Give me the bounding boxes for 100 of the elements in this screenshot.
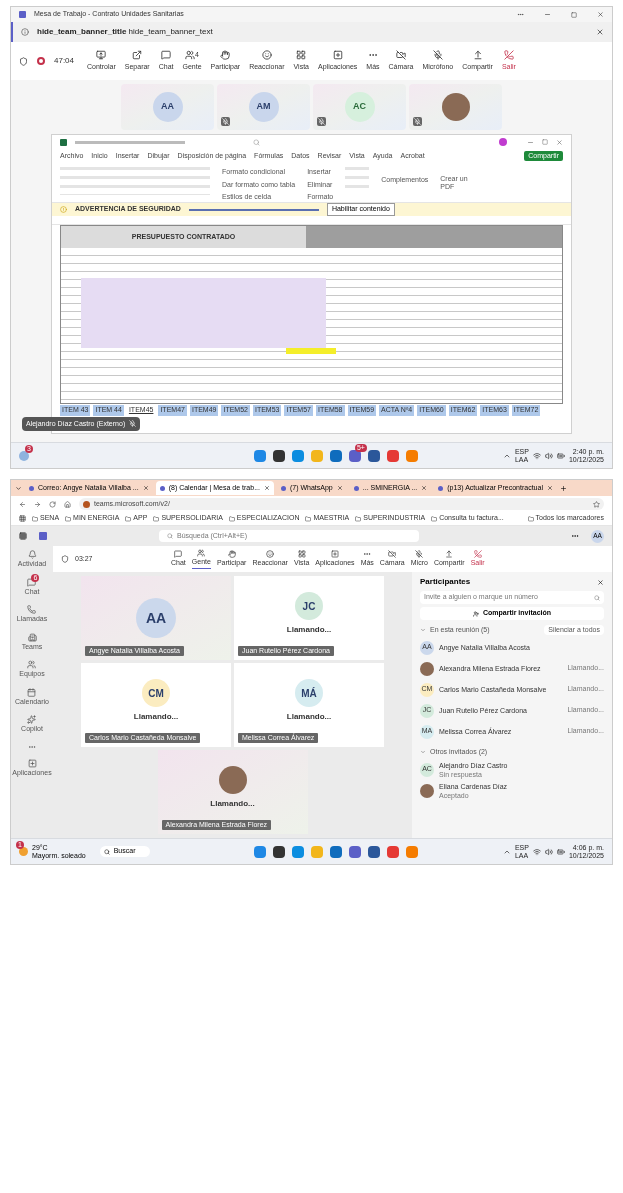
home-icon[interactable] — [64, 500, 71, 508]
avatar-photo-placeholder — [420, 783, 434, 798]
close-icon[interactable] — [263, 485, 270, 491]
close-icon[interactable] — [546, 485, 553, 491]
recording-icon — [37, 57, 45, 65]
battery-icon[interactable] — [556, 847, 565, 856]
wifi-icon[interactable] — [532, 451, 541, 460]
folder-icon — [153, 515, 160, 522]
close-icon[interactable] — [142, 485, 149, 491]
mic-muted-icon — [129, 420, 137, 428]
participant-tile[interactable]: AM — [217, 84, 310, 130]
app-icon[interactable] — [367, 449, 380, 462]
excel-logo-icon — [60, 138, 67, 146]
shield-icon — [61, 555, 69, 563]
info-icon — [21, 28, 29, 36]
wifi-icon[interactable] — [532, 847, 541, 856]
avatar-initials: AA — [152, 92, 183, 122]
rail-icon — [27, 577, 37, 587]
weather-icon[interactable] — [19, 450, 29, 461]
toolbar-icon — [472, 49, 483, 60]
minimize-icon[interactable] — [544, 11, 551, 18]
toolbar-icon — [132, 49, 143, 60]
participant-tile[interactable]: AC — [313, 84, 406, 130]
app-icon[interactable] — [272, 449, 285, 462]
folder-icon — [228, 515, 235, 522]
rail-icon — [27, 758, 37, 768]
add-person-icon — [472, 610, 479, 617]
toolbar-icon — [415, 549, 424, 558]
bookmark-star-icon[interactable] — [593, 500, 600, 508]
toolbar-icon — [227, 549, 236, 558]
app-icon[interactable] — [329, 845, 342, 858]
rail-icon — [27, 605, 37, 614]
warning-icon — [60, 206, 67, 213]
participant-tile[interactable]: AA — [121, 84, 214, 130]
avatar-initials: CM — [142, 679, 170, 707]
close-icon[interactable] — [597, 578, 604, 586]
close-icon[interactable] — [556, 138, 563, 146]
avatar-photo-placeholder — [441, 93, 470, 121]
apps-icon[interactable] — [19, 515, 26, 522]
maximize-icon[interactable] — [542, 139, 548, 145]
app-icon[interactable] — [272, 845, 285, 858]
maximize-icon[interactable] — [571, 11, 577, 18]
avatar-initials: AC — [344, 92, 375, 122]
tab-list-icon[interactable] — [15, 484, 22, 492]
folder-icon — [125, 515, 132, 522]
weather-icon[interactable] — [19, 847, 28, 856]
app-icon[interactable] — [367, 845, 380, 858]
new-tab-icon[interactable] — [559, 484, 567, 492]
more-icon[interactable] — [571, 532, 579, 540]
teams-logo-icon — [39, 532, 47, 540]
calling-status: Llamando... — [133, 711, 179, 723]
close-icon[interactable] — [421, 485, 428, 491]
chevron-down-icon — [420, 749, 426, 755]
toolbar-icon — [388, 549, 397, 558]
rail-icon — [27, 660, 37, 669]
panel-title: Participantes — [420, 576, 472, 588]
rail-icon — [27, 632, 37, 642]
toolbar-icon — [266, 549, 275, 558]
folder-icon — [305, 515, 312, 522]
volume-icon[interactable] — [544, 847, 553, 856]
rail-icon — [27, 687, 37, 697]
calling-status: Llamando... — [286, 711, 332, 723]
rail-icon — [27, 715, 37, 724]
search-icon — [167, 533, 173, 539]
site-icon — [83, 500, 90, 508]
volume-icon[interactable] — [544, 451, 553, 460]
toolbar-icon — [296, 49, 307, 60]
reload-icon[interactable] — [49, 500, 56, 508]
toolbar-icon — [332, 49, 343, 60]
close-icon[interactable] — [336, 485, 343, 491]
banner-text: hide_team_banner_title hide_team_banner_text — [37, 26, 213, 38]
calling-status: Llamando... — [210, 798, 255, 810]
close-icon[interactable] — [597, 11, 604, 18]
toolbar-icon — [161, 49, 172, 60]
folder-icon — [32, 515, 38, 522]
meeting-timer: 47:04 — [54, 55, 76, 67]
favicon-icon — [438, 485, 444, 491]
close-icon[interactable] — [596, 28, 604, 36]
rail-icon — [27, 550, 37, 559]
toolbar-icon — [473, 549, 482, 558]
favicon-icon — [353, 485, 359, 491]
forward-icon[interactable] — [34, 500, 41, 508]
app-icon[interactable] — [329, 449, 342, 462]
toolbar-icon — [220, 49, 231, 60]
toolbar-icon — [197, 549, 206, 558]
profile-avatar[interactable] — [499, 138, 507, 146]
avatar-initials: AA — [136, 598, 176, 638]
avatar-photo-placeholder — [420, 661, 434, 676]
app-icon[interactable] — [348, 845, 361, 858]
app-launcher-icon[interactable] — [19, 532, 27, 540]
back-icon[interactable] — [19, 500, 26, 508]
battery-icon[interactable] — [556, 451, 565, 460]
toolbar-icon — [174, 549, 183, 558]
toolbar-icon — [432, 49, 443, 60]
shield-icon — [19, 56, 28, 66]
teams-logo-icon — [19, 11, 26, 18]
search-icon — [594, 594, 600, 601]
app-icon[interactable] — [348, 449, 361, 462]
participant-tile[interactable] — [409, 84, 502, 130]
avatar-initials: AM — [248, 92, 279, 122]
